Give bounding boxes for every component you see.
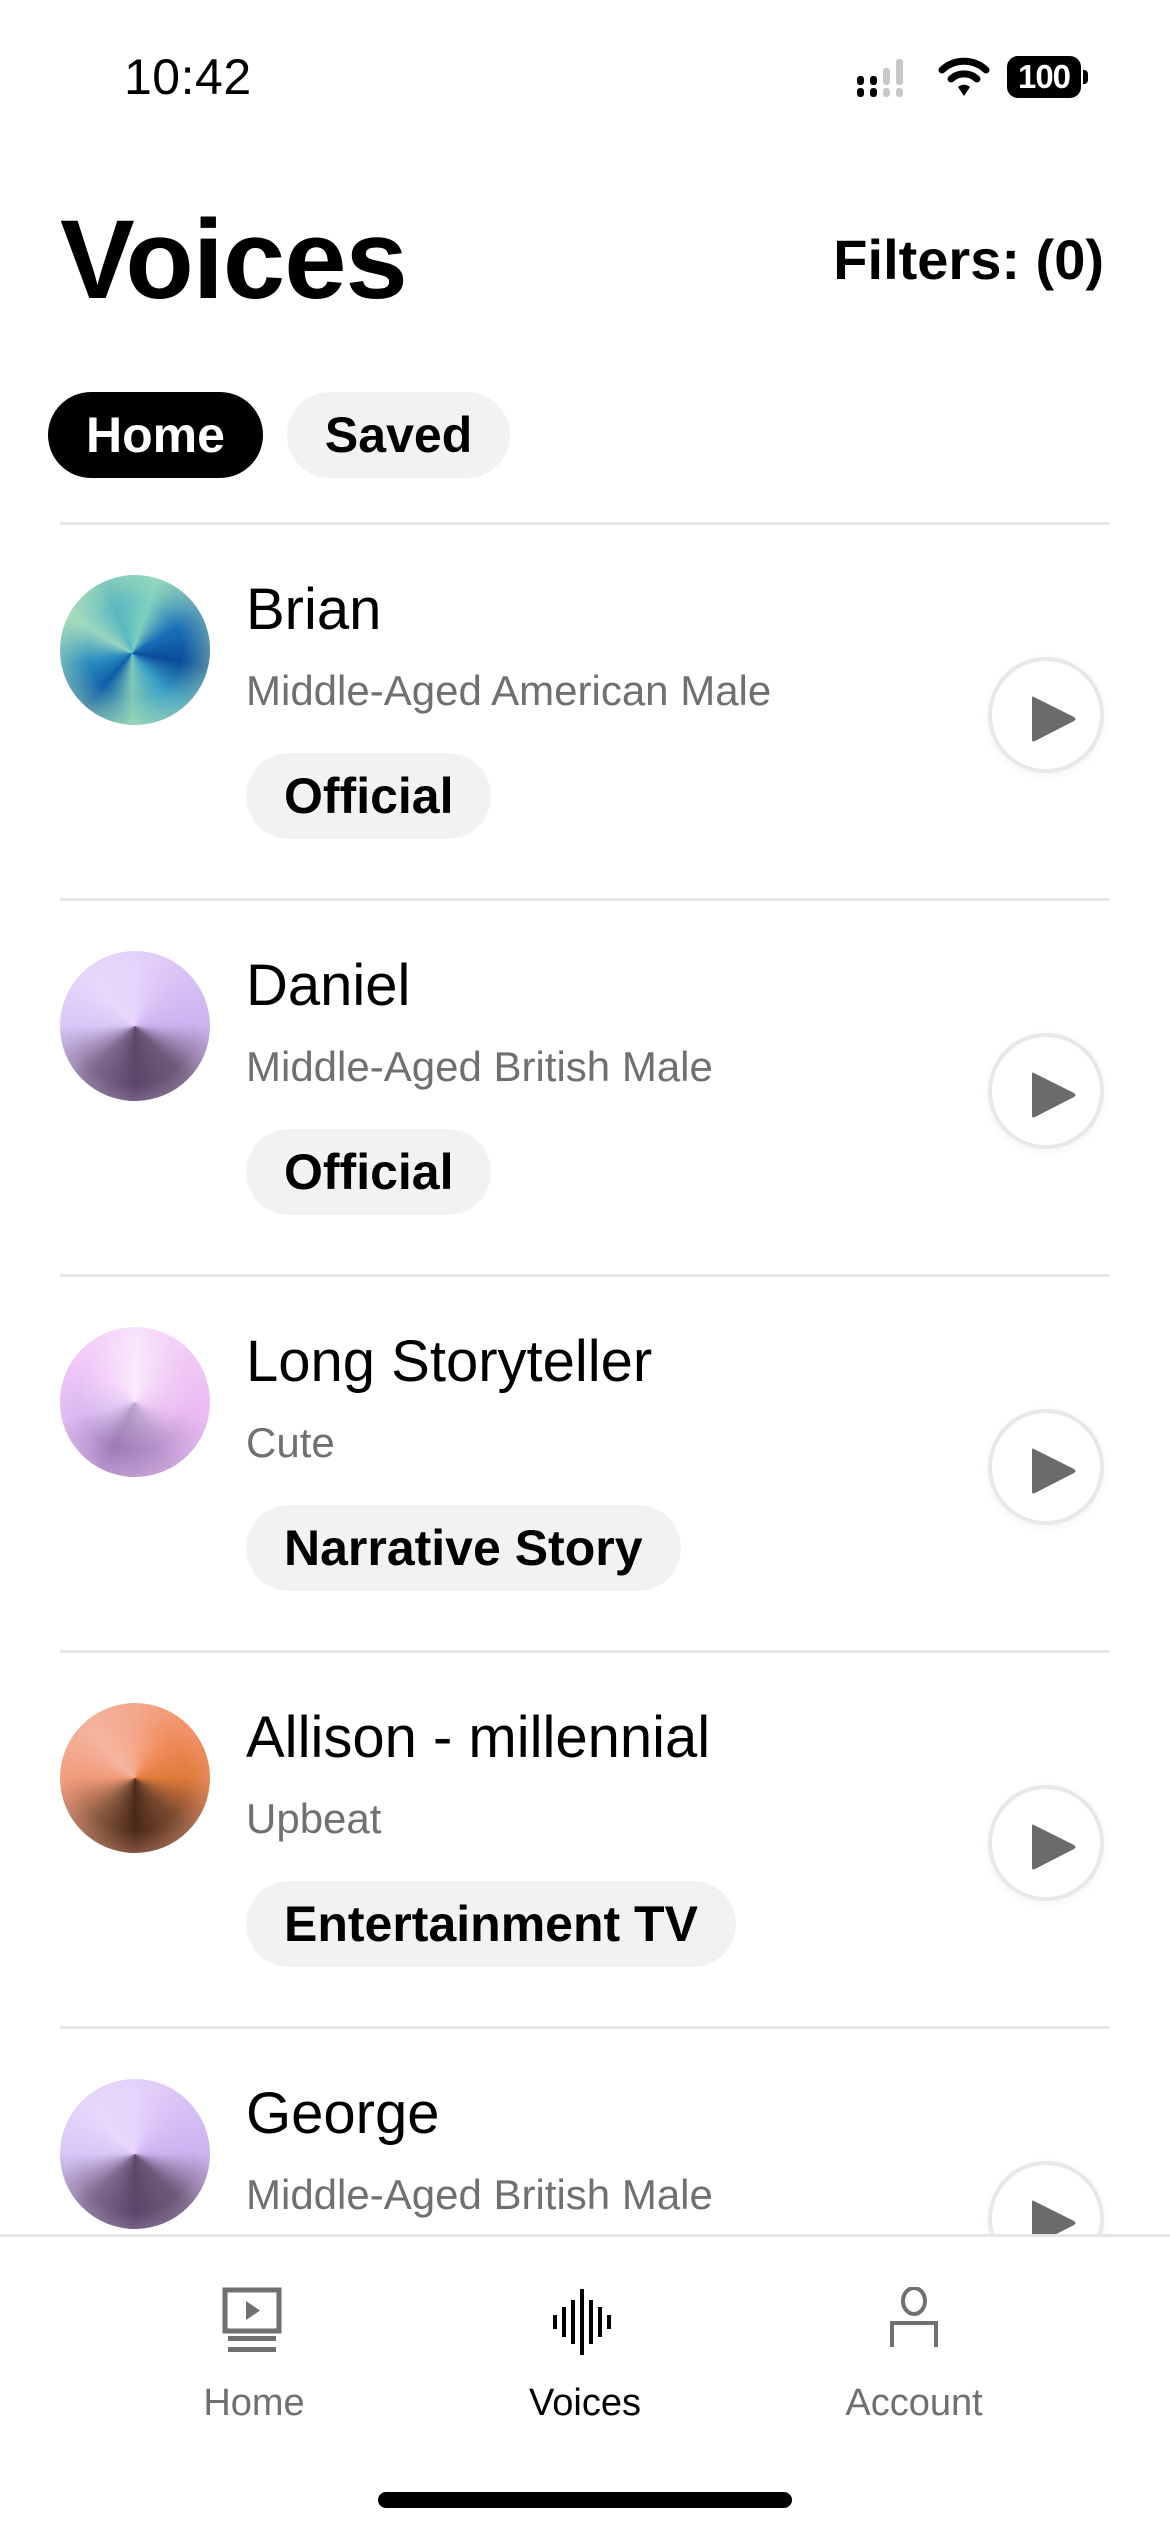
battery-level: 100 [1007,56,1081,98]
nav-voices[interactable]: Voices [485,2287,685,2425]
cellular-signal-icon [857,59,903,97]
tab-saved[interactable]: Saved [286,392,511,478]
voice-description: Middle-Aged British Male [246,1043,713,1090]
voice-avatar [60,575,210,725]
home-indicator[interactable] [378,2492,792,2508]
voice-avatar [60,951,210,1101]
nav-account[interactable]: Account [814,2287,1014,2425]
waveform-icon [553,2289,611,2355]
tab-home[interactable]: Home [48,392,263,478]
play-button[interactable] [988,1409,1104,1525]
voice-name: Daniel [246,953,411,1018]
voice-description: Middle-Aged American Male [246,667,772,714]
voice-name: George [246,2081,440,2146]
page-title: Voices [60,197,408,322]
voice-tag[interactable]: Official [246,1129,492,1215]
voice-list-item[interactable]: Long Storyteller Cute Narrative Story [60,1277,1110,1650]
filters-button[interactable]: Filters: (0) [833,228,1104,292]
voice-name: Allison - millennial [246,1705,711,1770]
play-icon [1032,1072,1076,1118]
voice-avatar [60,1327,210,1477]
video-library-icon [222,2287,282,2352]
voice-list-item[interactable]: Brian Middle-Aged American Male Official [60,525,1110,898]
voice-avatar [60,1703,210,1853]
voice-list: Brian Middle-Aged American Male Official… [60,522,1110,2402]
wifi-icon [938,57,990,96]
voice-description: Cute [246,1419,335,1466]
voice-avatar [60,2079,210,2229]
voice-description: Upbeat [246,1795,382,1842]
play-button[interactable] [988,1033,1104,1149]
play-button[interactable] [988,1785,1104,1901]
nav-voices-label: Voices [529,2382,641,2424]
voice-tag[interactable]: Official [246,753,492,839]
segment-tabs: Home Saved [48,392,511,478]
play-icon [1032,696,1076,742]
person-icon [890,2287,938,2347]
nav-home-label: Home [203,2382,305,2424]
status-bar: 10:42 100 [0,0,1170,150]
voice-description: Middle-Aged British Male [246,2171,713,2218]
voice-tag[interactable]: Narrative Story [246,1505,681,1591]
nav-home[interactable]: Home [154,2287,354,2425]
voice-list-item[interactable]: Daniel Middle-Aged British Male Official [60,901,1110,1274]
battery-icon: 100 [1007,56,1088,98]
play-button[interactable] [988,657,1104,773]
battery-tip [1083,70,1088,84]
play-icon [1032,1824,1076,1870]
voice-name: Long Storyteller [246,1329,653,1394]
status-time: 10:42 [124,49,252,105]
voice-tag[interactable]: Entertainment TV [246,1881,736,1967]
voice-list-item[interactable]: Allison - millennial Upbeat Entertainmen… [60,1653,1110,2026]
play-icon [1032,1448,1076,1494]
bottom-tab-bar: Home Voices Account [0,2234,1170,2532]
voice-name: Brian [246,577,382,642]
nav-account-label: Account [845,2382,983,2424]
